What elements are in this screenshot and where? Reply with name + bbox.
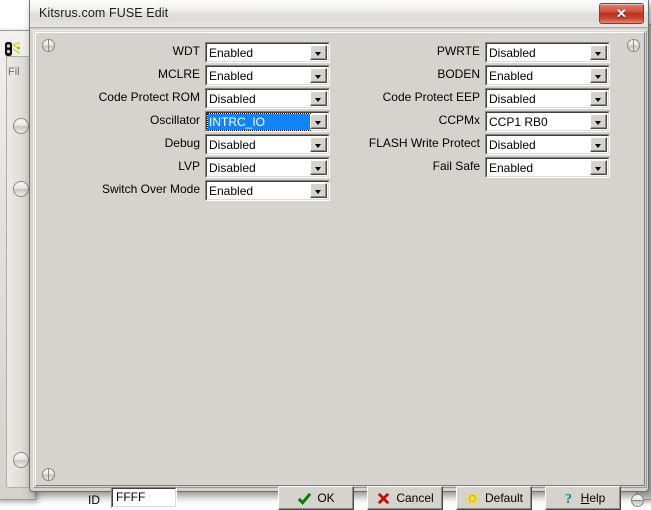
background-grip-top[interactable] bbox=[13, 118, 29, 134]
grip-top-right[interactable] bbox=[627, 39, 640, 52]
close-icon: ✕ bbox=[600, 4, 643, 23]
field-label-mclre: MCLRE bbox=[158, 67, 200, 81]
combo-value-code-protect-rom: Disabled bbox=[209, 91, 309, 107]
combo-pwrte[interactable]: Disabled bbox=[485, 42, 610, 63]
chevron-down-icon[interactable] bbox=[310, 160, 327, 175]
background-grip-mid[interactable] bbox=[13, 181, 29, 197]
id-label: ID bbox=[88, 493, 100, 507]
combo-oscillator[interactable]: INTRC_IO bbox=[205, 111, 330, 132]
chevron-down-icon[interactable] bbox=[590, 45, 607, 60]
combo-value-code-protect-eep: Disabled bbox=[489, 91, 589, 107]
grip-top-left[interactable] bbox=[42, 39, 55, 52]
grip-bottom-right[interactable] bbox=[631, 494, 644, 507]
combo-lvp[interactable]: Disabled bbox=[205, 157, 330, 178]
ok-button[interactable]: OK bbox=[278, 486, 354, 510]
grip-bottom-left[interactable] bbox=[42, 468, 55, 481]
chevron-down-icon[interactable] bbox=[310, 68, 327, 83]
help-button[interactable]: ? Help bbox=[545, 486, 621, 510]
close-button[interactable]: ✕ bbox=[599, 3, 644, 24]
combo-ccpmx[interactable]: CCP1 RB0 bbox=[485, 111, 610, 132]
combo-value-lvp: Disabled bbox=[209, 160, 309, 176]
title-bar[interactable]: Kitsrus.com FUSE Edit ✕ bbox=[30, 0, 648, 28]
chevron-down-icon[interactable] bbox=[590, 137, 607, 152]
field-label-lvp: LVP bbox=[178, 159, 200, 173]
sun-icon bbox=[465, 491, 480, 506]
combo-value-ccpmx: CCP1 RB0 bbox=[489, 114, 589, 130]
field-label-flash-write-protect: FLASH Write Protect bbox=[369, 136, 480, 150]
combo-value-wdt: Enabled bbox=[209, 45, 309, 61]
field-label-boden: BODEN bbox=[437, 67, 480, 81]
question-icon: ? bbox=[561, 491, 576, 506]
check-icon bbox=[297, 491, 312, 506]
combo-wdt[interactable]: Enabled bbox=[205, 42, 330, 63]
chevron-down-icon[interactable] bbox=[310, 45, 327, 60]
chevron-down-icon[interactable] bbox=[310, 137, 327, 152]
chevron-down-icon[interactable] bbox=[310, 91, 327, 106]
field-label-ccpmx: CCPMx bbox=[439, 113, 480, 127]
dialog-client-area: WDT Enabled MCLRE Enabled Code Protect R… bbox=[33, 30, 647, 488]
cancel-button[interactable]: Cancel bbox=[367, 486, 443, 510]
background-grip-bottom[interactable] bbox=[13, 452, 29, 468]
dialog-client-inner: WDT Enabled MCLRE Enabled Code Protect R… bbox=[35, 32, 645, 486]
combo-code-protect-rom[interactable]: Disabled bbox=[205, 88, 330, 109]
field-label-wdt: WDT bbox=[173, 44, 200, 58]
combo-value-flash-write-protect: Disabled bbox=[489, 137, 589, 153]
fuse-edit-dialog: Kitsrus.com FUSE Edit ✕ WDT Enabled bbox=[29, 0, 649, 492]
id-input-value: FFFF bbox=[116, 490, 145, 504]
combo-value-debug: Disabled bbox=[209, 137, 309, 153]
field-label-fail-safe: Fail Safe bbox=[433, 159, 480, 173]
combo-value-switch-over-mode: Enabled bbox=[209, 183, 309, 199]
field-label-debug: Debug bbox=[165, 136, 200, 150]
combo-debug[interactable]: Disabled bbox=[205, 134, 330, 155]
combo-switch-over-mode[interactable]: Enabled bbox=[205, 180, 330, 201]
field-label-code-protect-eep: Code Protect EEP bbox=[383, 90, 480, 104]
combo-value-boden: Enabled bbox=[489, 68, 589, 84]
x-icon bbox=[376, 491, 391, 506]
default-button[interactable]: Default bbox=[456, 486, 532, 510]
combo-value-fail-safe: Enabled bbox=[489, 160, 589, 176]
chevron-down-icon[interactable] bbox=[590, 68, 607, 83]
combo-flash-write-protect[interactable]: Disabled bbox=[485, 134, 610, 155]
chevron-down-icon[interactable] bbox=[590, 160, 607, 175]
chevron-down-icon[interactable] bbox=[310, 183, 327, 198]
combo-code-protect-eep[interactable]: Disabled bbox=[485, 88, 610, 109]
combo-value-mclre: Enabled bbox=[209, 68, 309, 84]
combo-value-oscillator: INTRC_IO bbox=[208, 114, 310, 130]
field-label-oscillator: Oscillator bbox=[150, 113, 200, 127]
chevron-down-icon[interactable] bbox=[590, 91, 607, 106]
window-title: Kitsrus.com FUSE Edit bbox=[39, 6, 168, 20]
screen: Fil Kitsrus.com FUSE Edit ✕ WDT Enabled bbox=[0, 0, 651, 503]
field-label-pwrte: PWRTE bbox=[437, 44, 480, 58]
svg-text:?: ? bbox=[565, 491, 572, 506]
field-label-switch-over-mode: Switch Over Mode bbox=[102, 182, 200, 196]
combo-mclre[interactable]: Enabled bbox=[205, 65, 330, 86]
chevron-down-icon[interactable] bbox=[310, 114, 327, 129]
id-input[interactable]: FFFF bbox=[111, 487, 177, 508]
combo-value-pwrte: Disabled bbox=[489, 45, 589, 61]
background-file-menu[interactable]: Fil bbox=[8, 66, 20, 78]
field-label-code-protect-rom: Code Protect ROM bbox=[99, 90, 200, 104]
combo-fail-safe[interactable]: Enabled bbox=[485, 157, 610, 178]
combo-boden[interactable]: Enabled bbox=[485, 65, 610, 86]
chevron-down-icon[interactable] bbox=[590, 114, 607, 129]
